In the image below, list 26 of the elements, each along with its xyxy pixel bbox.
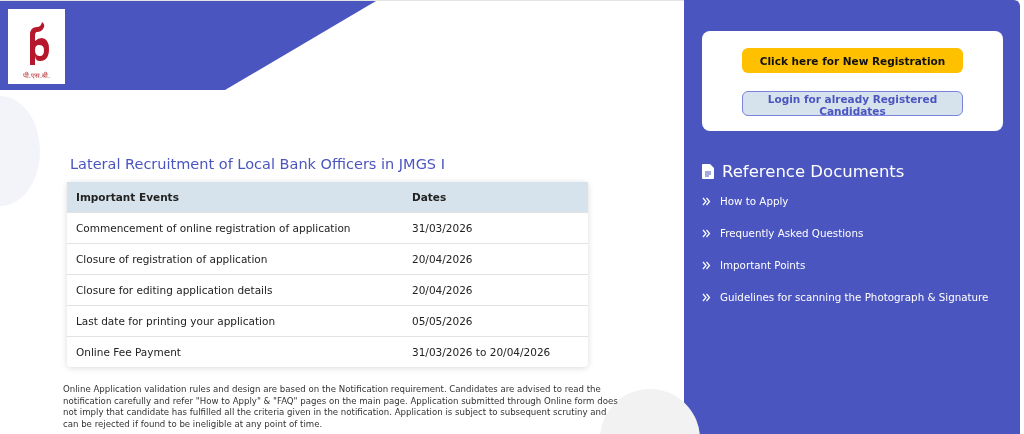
table-cell: 05/05/2026 [403, 305, 588, 337]
disclaimer-text: Online Application validation rules and design are based on the Notification requirement. Candidates are advised to read the notification carefully and refer "How to Apply" & "FAQ" pages on the main page. Application submitted through Online form does not imply that candidate has fulfilled all the criteria given in the notification. Application is subject to subsequent scrutiny and can be rejected if found to be ineligible at any point of time. [63, 384, 619, 430]
reference-link[interactable]: How to Apply [720, 195, 789, 207]
column-header: Dates [403, 182, 588, 213]
reference-link[interactable]: Important Points [720, 259, 806, 271]
new-registration-button[interactable]: Click here for New Registration [742, 48, 963, 73]
chevron-icon [702, 292, 711, 302]
table-cell: 31/03/2026 to 20/04/2026 [403, 336, 588, 367]
chevron-icon [702, 260, 711, 270]
table-cell: Closure for editing application details [67, 274, 403, 306]
table-cell: 20/04/2026 [403, 274, 588, 306]
page-title: Lateral Recruitment of Local Bank Officers in JMGS I [70, 156, 446, 172]
reference-link[interactable]: Guidelines for scanning the Photograph & Signature [720, 291, 989, 303]
table-cell: Online Fee Payment [67, 336, 403, 367]
chevron-icon [702, 228, 711, 238]
table-cell: 20/04/2026 [403, 243, 588, 275]
login-button[interactable]: Login for already Registered Candidates [742, 91, 963, 116]
document-icon [702, 164, 714, 179]
table-cell: Last date for printing your application [67, 305, 403, 337]
table-cell: Commencement of online registration of application [67, 212, 403, 244]
table-cell: 31/03/2026 [403, 212, 588, 244]
chevron-icon [702, 196, 711, 206]
reference-link[interactable]: Frequently Asked Questions [720, 227, 864, 239]
column-header: Important Events [67, 182, 403, 213]
section-heading: Reference Documents [722, 162, 905, 181]
table-cell: Closure of registration of application [67, 243, 403, 275]
